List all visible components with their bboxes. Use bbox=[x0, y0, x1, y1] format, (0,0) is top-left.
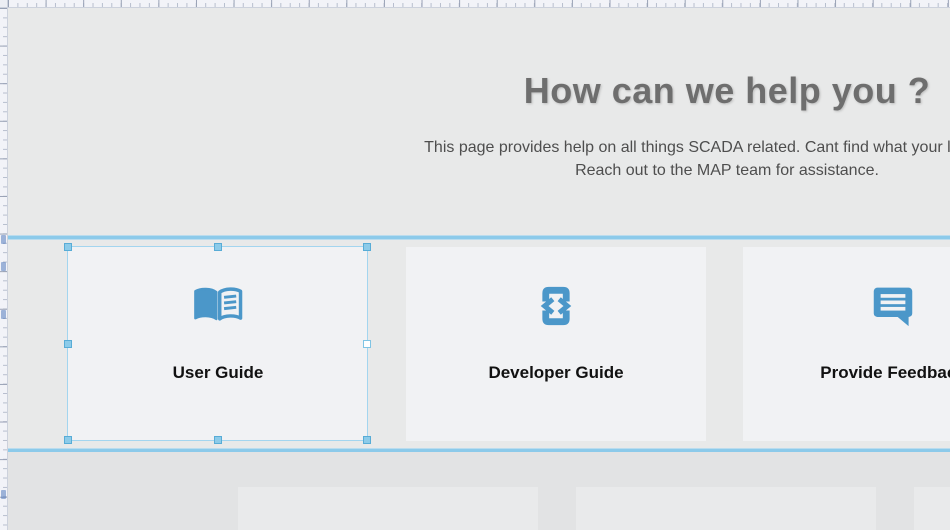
placeholder-card[interactable] bbox=[238, 487, 538, 530]
selection-overlay[interactable] bbox=[67, 246, 368, 441]
selection-handle-se[interactable] bbox=[363, 436, 371, 444]
help-card-label: Provide Feedback bbox=[820, 363, 950, 383]
page-title: How can we help you ? bbox=[8, 70, 950, 112]
selection-handle-nw[interactable] bbox=[64, 243, 72, 251]
selection-handle-sw[interactable] bbox=[64, 436, 72, 444]
ruler-label-mark bbox=[1, 490, 6, 499]
mobile-code-icon bbox=[536, 283, 576, 329]
horizontal-ruler[interactable] bbox=[8, 0, 950, 8]
comment-icon bbox=[871, 283, 915, 329]
selection-handle-w[interactable] bbox=[64, 340, 72, 348]
ruler-label-mark bbox=[1, 262, 6, 271]
vertical-ruler[interactable] bbox=[0, 8, 8, 530]
hero-section: How can we help you ? This page provides… bbox=[8, 70, 950, 182]
section-divider-top bbox=[8, 236, 950, 239]
ruler-corner bbox=[0, 0, 8, 8]
help-card-developer-guide[interactable]: Developer Guide bbox=[406, 247, 706, 441]
selection-handle-n[interactable] bbox=[214, 243, 222, 251]
page-subtitle: This page provides help on all things SC… bbox=[8, 136, 950, 182]
ruler-label-mark bbox=[1, 310, 6, 319]
editor-canvas[interactable]: How can we help you ? This page provides… bbox=[8, 8, 950, 530]
help-card-provide-feedback[interactable]: Provide Feedback bbox=[743, 247, 950, 441]
selection-handle-ne[interactable] bbox=[363, 243, 371, 251]
help-card-label: Developer Guide bbox=[488, 363, 623, 383]
selection-handle-s[interactable] bbox=[214, 436, 222, 444]
page-subtitle-line1: This page provides help on all things SC… bbox=[8, 136, 950, 159]
placeholder-card[interactable] bbox=[914, 487, 950, 530]
ruler-label-mark bbox=[1, 235, 6, 244]
page-subtitle-line2: Reach out to the MAP team for assistance… bbox=[8, 159, 950, 182]
placeholder-card[interactable] bbox=[576, 487, 876, 530]
selection-handle-e[interactable] bbox=[363, 340, 371, 348]
